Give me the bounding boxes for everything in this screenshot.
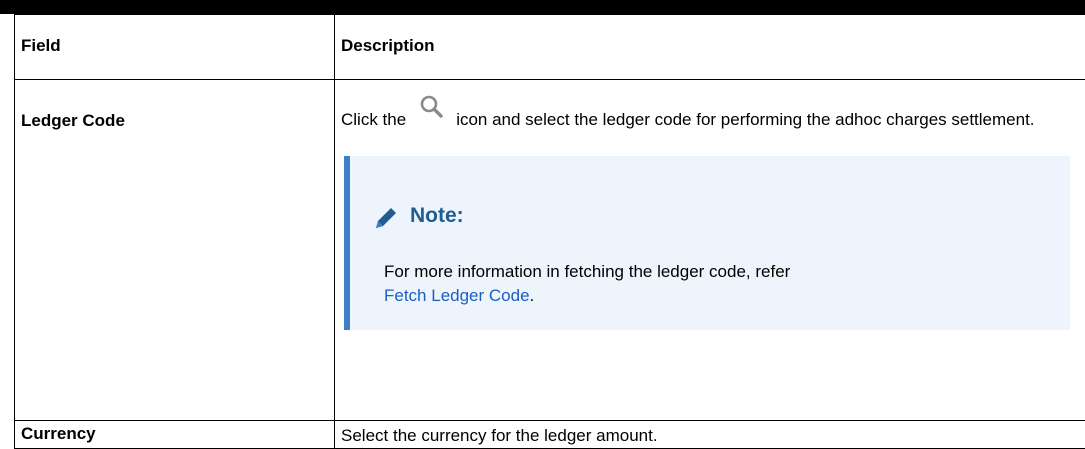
description-before-icon: Click the [341,110,406,129]
note-box: Note: For more information in fetching t… [344,156,1070,330]
description-cell: Click the icon and select the ledger code… [335,80,1085,421]
search-icon [416,102,448,128]
note-trailing: . [530,286,535,305]
field-cell: Ledger Code [15,80,335,421]
description-text: Click the icon and select the ledger code… [335,80,1061,132]
note-body: For more information in fetching the led… [384,260,1044,308]
fetch-ledger-code-link[interactable]: Fetch Ledger Code [384,286,530,305]
note-title: Note: [410,204,464,228]
fields-table: Field Description Ledger Code Click the i… [14,14,1085,449]
field-name: Ledger Code [15,80,334,131]
header-description: Description [335,15,1085,80]
top-rule [0,0,1085,14]
field-name: Currency [15,421,334,444]
header-description-label: Description [335,15,1085,56]
description-after-icon: icon and select the ledger code for perf… [456,110,1034,129]
table-header-row: Field Description [15,15,1085,80]
table-row: Ledger Code Click the icon and select the… [15,80,1085,421]
pencil-icon [372,204,400,232]
table-row: Currency Select the currency for the led… [15,421,1085,449]
note-text: For more information in fetching the led… [384,262,790,281]
header-field: Field [15,15,335,80]
field-cell: Currency [15,421,335,449]
header-field-label: Field [15,15,334,56]
description-cell: Select the currency for the ledger amoun… [335,421,1085,449]
